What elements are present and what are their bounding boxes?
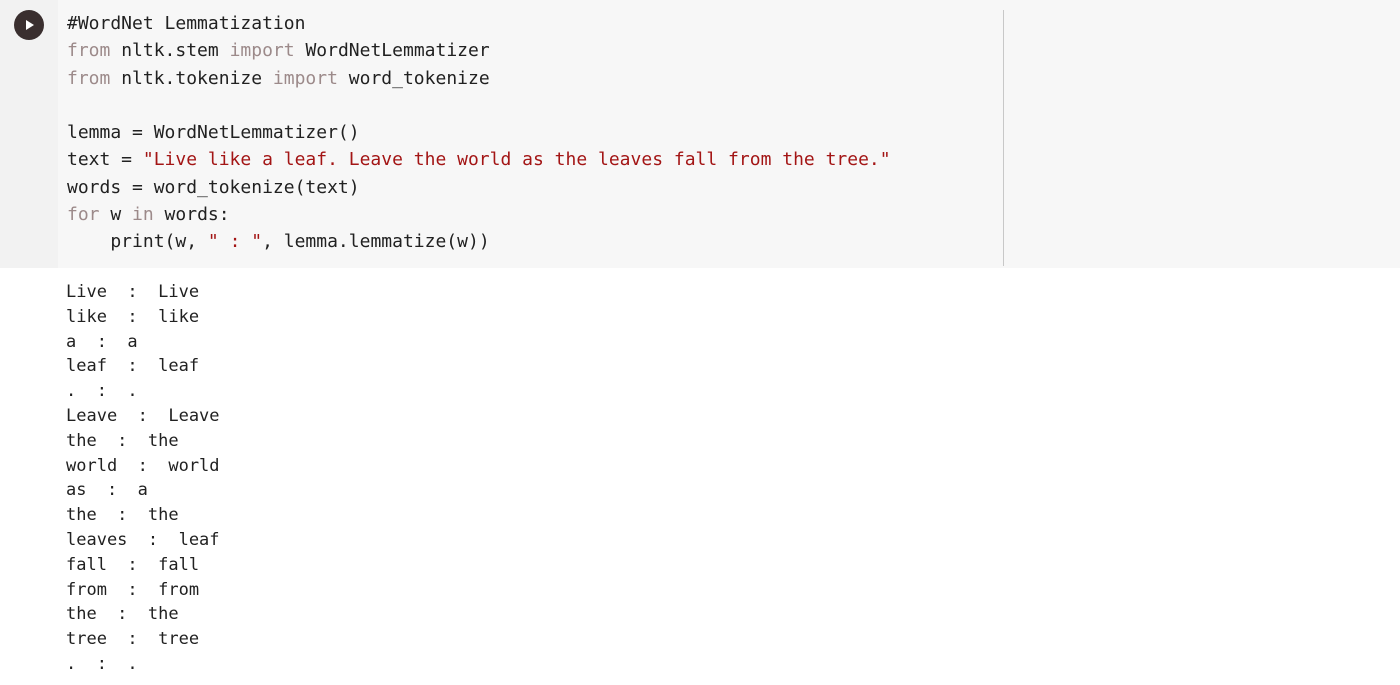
- code-line: from nltk.tokenize import word_tokenize: [67, 65, 891, 92]
- output-line: world : world: [66, 455, 220, 476]
- code-keyword: in: [132, 204, 154, 226]
- output-line: leaf : leaf: [66, 356, 200, 377]
- output-line: the : the: [66, 505, 179, 526]
- code-token: nltk.tokenize: [110, 67, 273, 89]
- code-token: text =: [67, 149, 143, 171]
- code-text[interactable]: #WordNet Lemmatization from nltk.stem imp…: [67, 10, 891, 256]
- output-line: fall : fall: [66, 554, 200, 575]
- output-line: a : a: [66, 331, 138, 352]
- code-keyword: from: [67, 67, 111, 89]
- output-line: leaves : leaf: [66, 529, 220, 550]
- output-line: . : .: [66, 381, 138, 402]
- output-line: . : .: [66, 653, 138, 674]
- code-token: , lemma.lemmatize(w)): [262, 231, 490, 253]
- code-line: lemma = WordNetLemmatizer(): [67, 119, 891, 146]
- code-token: w: [99, 204, 133, 226]
- code-token: lemma = WordNetLemmatizer(): [67, 122, 360, 144]
- code-line: print(w, " : ", lemma.lemmatize(w)): [67, 228, 891, 255]
- code-token: print(w,: [67, 231, 208, 253]
- code-keyword: for: [67, 204, 100, 226]
- code-line: from nltk.stem import WordNetLemmatizer: [67, 37, 891, 64]
- code-line: words = word_tokenize(text): [67, 174, 891, 201]
- code-string: "Live like a leaf. Leave the world as th…: [142, 149, 891, 171]
- code-token: #WordNet Lemmatization: [67, 13, 306, 34]
- code-token: words:: [153, 204, 230, 226]
- output-line: tree : tree: [66, 629, 200, 650]
- code-token: words = word_tokenize(text): [67, 176, 360, 198]
- line-length-ruler: [1003, 10, 1004, 266]
- notebook-code-cell: #WordNet Lemmatization from nltk.stem imp…: [0, 0, 1400, 685]
- code-line: for w in words:: [67, 201, 891, 228]
- code-editor[interactable]: #WordNet Lemmatization from nltk.stem imp…: [58, 0, 1400, 268]
- code-keyword: import: [272, 67, 338, 89]
- code-string: " : ": [207, 231, 263, 253]
- code-line: text = "Live like a leaf. Leave the worl…: [67, 146, 891, 173]
- play-icon: [26, 20, 34, 30]
- code-token: nltk.stem: [110, 40, 230, 62]
- run-cell-button[interactable]: [14, 10, 44, 40]
- output-line: like : like: [66, 306, 200, 327]
- code-token: word_tokenize: [337, 67, 490, 89]
- output-line: Leave : Leave: [66, 405, 220, 426]
- output-line: as : a: [66, 480, 148, 501]
- output-line: Live : Live: [66, 282, 200, 302]
- output-line: the : the: [66, 430, 179, 451]
- code-keyword: import: [229, 40, 295, 62]
- cell-output: Live : Live like : like a : a leaf : leaf . …: [66, 280, 220, 677]
- code-line: #WordNet Lemmatization: [67, 10, 891, 37]
- output-line: the : the: [66, 604, 179, 625]
- code-token: WordNetLemmatizer: [294, 40, 490, 62]
- cell-gutter: [0, 0, 58, 268]
- output-line: from : from: [66, 579, 200, 600]
- code-keyword: from: [67, 40, 111, 62]
